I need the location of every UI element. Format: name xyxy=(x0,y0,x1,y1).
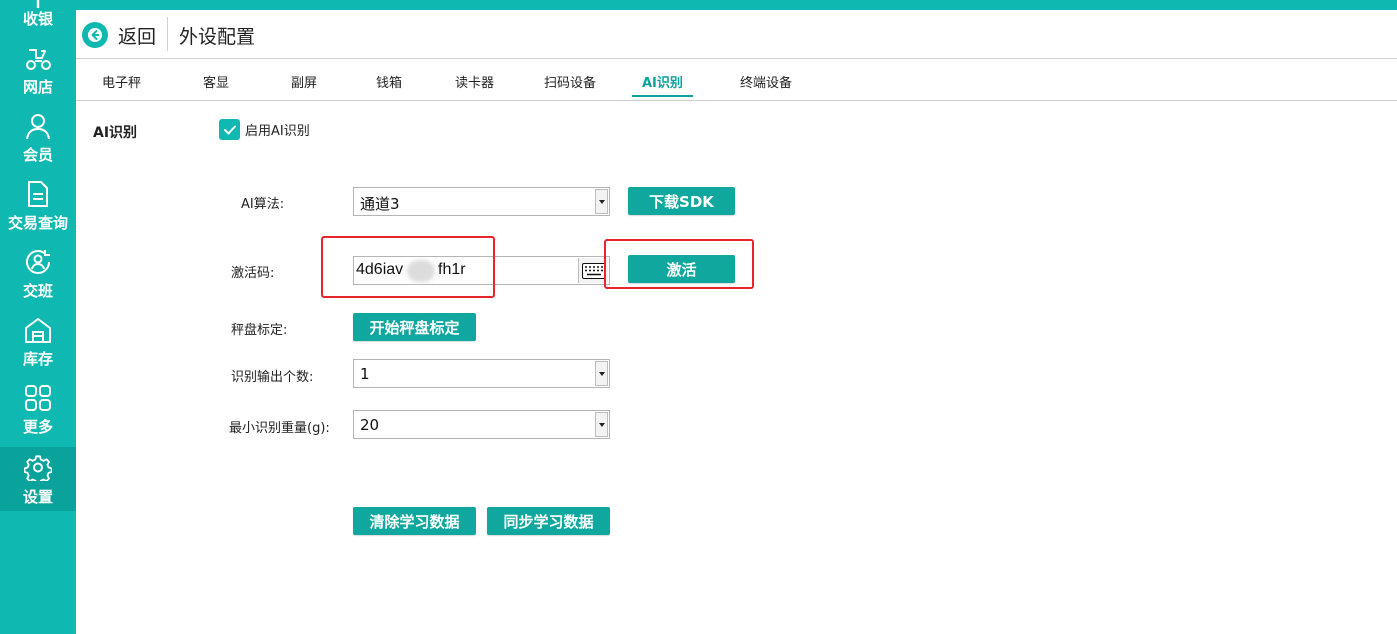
header: 返回 外设配置 xyxy=(76,10,1397,59)
scooter-icon xyxy=(26,49,51,70)
min-weight-value: 20 xyxy=(360,416,380,434)
back-button[interactable]: 返回 xyxy=(82,21,167,49)
sidebar-item-label: 会员 xyxy=(22,146,53,164)
algorithm-label: AI算法: xyxy=(241,197,285,212)
sidebar-item-label: 交班 xyxy=(22,282,53,300)
grid-icon xyxy=(25,385,51,411)
tab-ai-recognition[interactable]: AI识别 xyxy=(632,72,693,97)
gear-icon xyxy=(24,455,52,481)
tab-cash-drawer[interactable]: 钱箱 xyxy=(376,72,402,91)
tab-card-reader[interactable]: 读卡器 xyxy=(455,72,494,91)
shift-icon xyxy=(26,250,50,274)
sidebar-item-webshop[interactable]: 网店 xyxy=(0,42,76,108)
sidebar-item-cashier[interactable]: 收银 xyxy=(0,0,76,32)
sidebar-item-label: 网店 xyxy=(22,78,53,96)
tab-scanner[interactable]: 扫码设备 xyxy=(544,72,596,91)
back-arrow-icon xyxy=(82,22,108,48)
sidebar-item-label: 库存 xyxy=(22,350,53,368)
sidebar: 收银 网店 会员 交易查询 交班 库存 更多 设置 xyxy=(0,0,76,634)
sync-learning-data-button[interactable]: 同步学习数据 xyxy=(487,507,610,535)
sidebar-item-label: 设置 xyxy=(22,488,53,506)
warehouse-icon xyxy=(25,318,51,343)
header-divider xyxy=(167,17,168,51)
highlight-box-activation-code xyxy=(321,236,495,298)
start-calibration-button[interactable]: 开始秤盘标定 xyxy=(353,313,476,341)
sidebar-item-label: 交易查询 xyxy=(7,214,68,232)
sidebar-item-shift[interactable]: 交班 xyxy=(0,246,76,312)
tab-secondary-screen[interactable]: 副屏 xyxy=(291,72,317,91)
calibration-label: 秤盘标定: xyxy=(231,323,288,338)
min-weight-select[interactable]: 20 xyxy=(353,410,610,439)
document-icon xyxy=(28,181,48,207)
activation-code-label: 激活码: xyxy=(231,266,275,281)
dropdown-arrow-icon xyxy=(595,361,608,386)
sidebar-item-label: 收银 xyxy=(22,10,53,28)
clear-learning-data-button[interactable]: 清除学习数据 xyxy=(353,507,476,535)
highlight-box-activate-button xyxy=(604,239,754,289)
sidebar-item-inventory[interactable]: 库存 xyxy=(0,314,76,380)
output-count-select[interactable]: 1 xyxy=(353,359,610,388)
dropdown-arrow-icon xyxy=(595,189,608,214)
tab-bar: 电子秤 客显 副屏 钱箱 读卡器 扫码设备 AI识别 终端设备 xyxy=(76,60,1397,101)
tab-customer-display[interactable]: 客显 xyxy=(203,72,229,91)
section-label: AI识别 xyxy=(93,125,138,141)
min-weight-label: 最小识别重量(g): xyxy=(229,421,330,436)
sidebar-item-transactions[interactable]: 交易查询 xyxy=(0,178,76,244)
algorithm-select[interactable]: 通道3 xyxy=(353,187,610,216)
tab-scale[interactable]: 电子秤 xyxy=(102,72,141,91)
back-label: 返回 xyxy=(118,25,157,48)
checkmark-icon xyxy=(219,119,240,140)
enable-ai-label: 启用AI识别 xyxy=(245,124,310,139)
page-title: 外设配置 xyxy=(179,26,256,48)
output-count-label: 识别输出个数: xyxy=(231,370,314,385)
dropdown-arrow-icon xyxy=(595,412,608,437)
sidebar-item-more[interactable]: 更多 xyxy=(0,382,76,448)
output-count-value: 1 xyxy=(360,365,370,383)
sidebar-item-label: 更多 xyxy=(22,418,53,436)
top-bar xyxy=(0,0,1397,10)
sidebar-item-settings[interactable]: 设置 xyxy=(0,447,76,511)
user-icon xyxy=(26,114,50,140)
algorithm-value: 通道3 xyxy=(360,195,400,213)
sidebar-item-member[interactable]: 会员 xyxy=(0,110,76,176)
download-sdk-button[interactable]: 下载SDK xyxy=(628,187,735,215)
enable-ai-checkbox[interactable]: 启用AI识别 xyxy=(219,119,310,140)
tab-terminal[interactable]: 终端设备 xyxy=(740,72,792,91)
